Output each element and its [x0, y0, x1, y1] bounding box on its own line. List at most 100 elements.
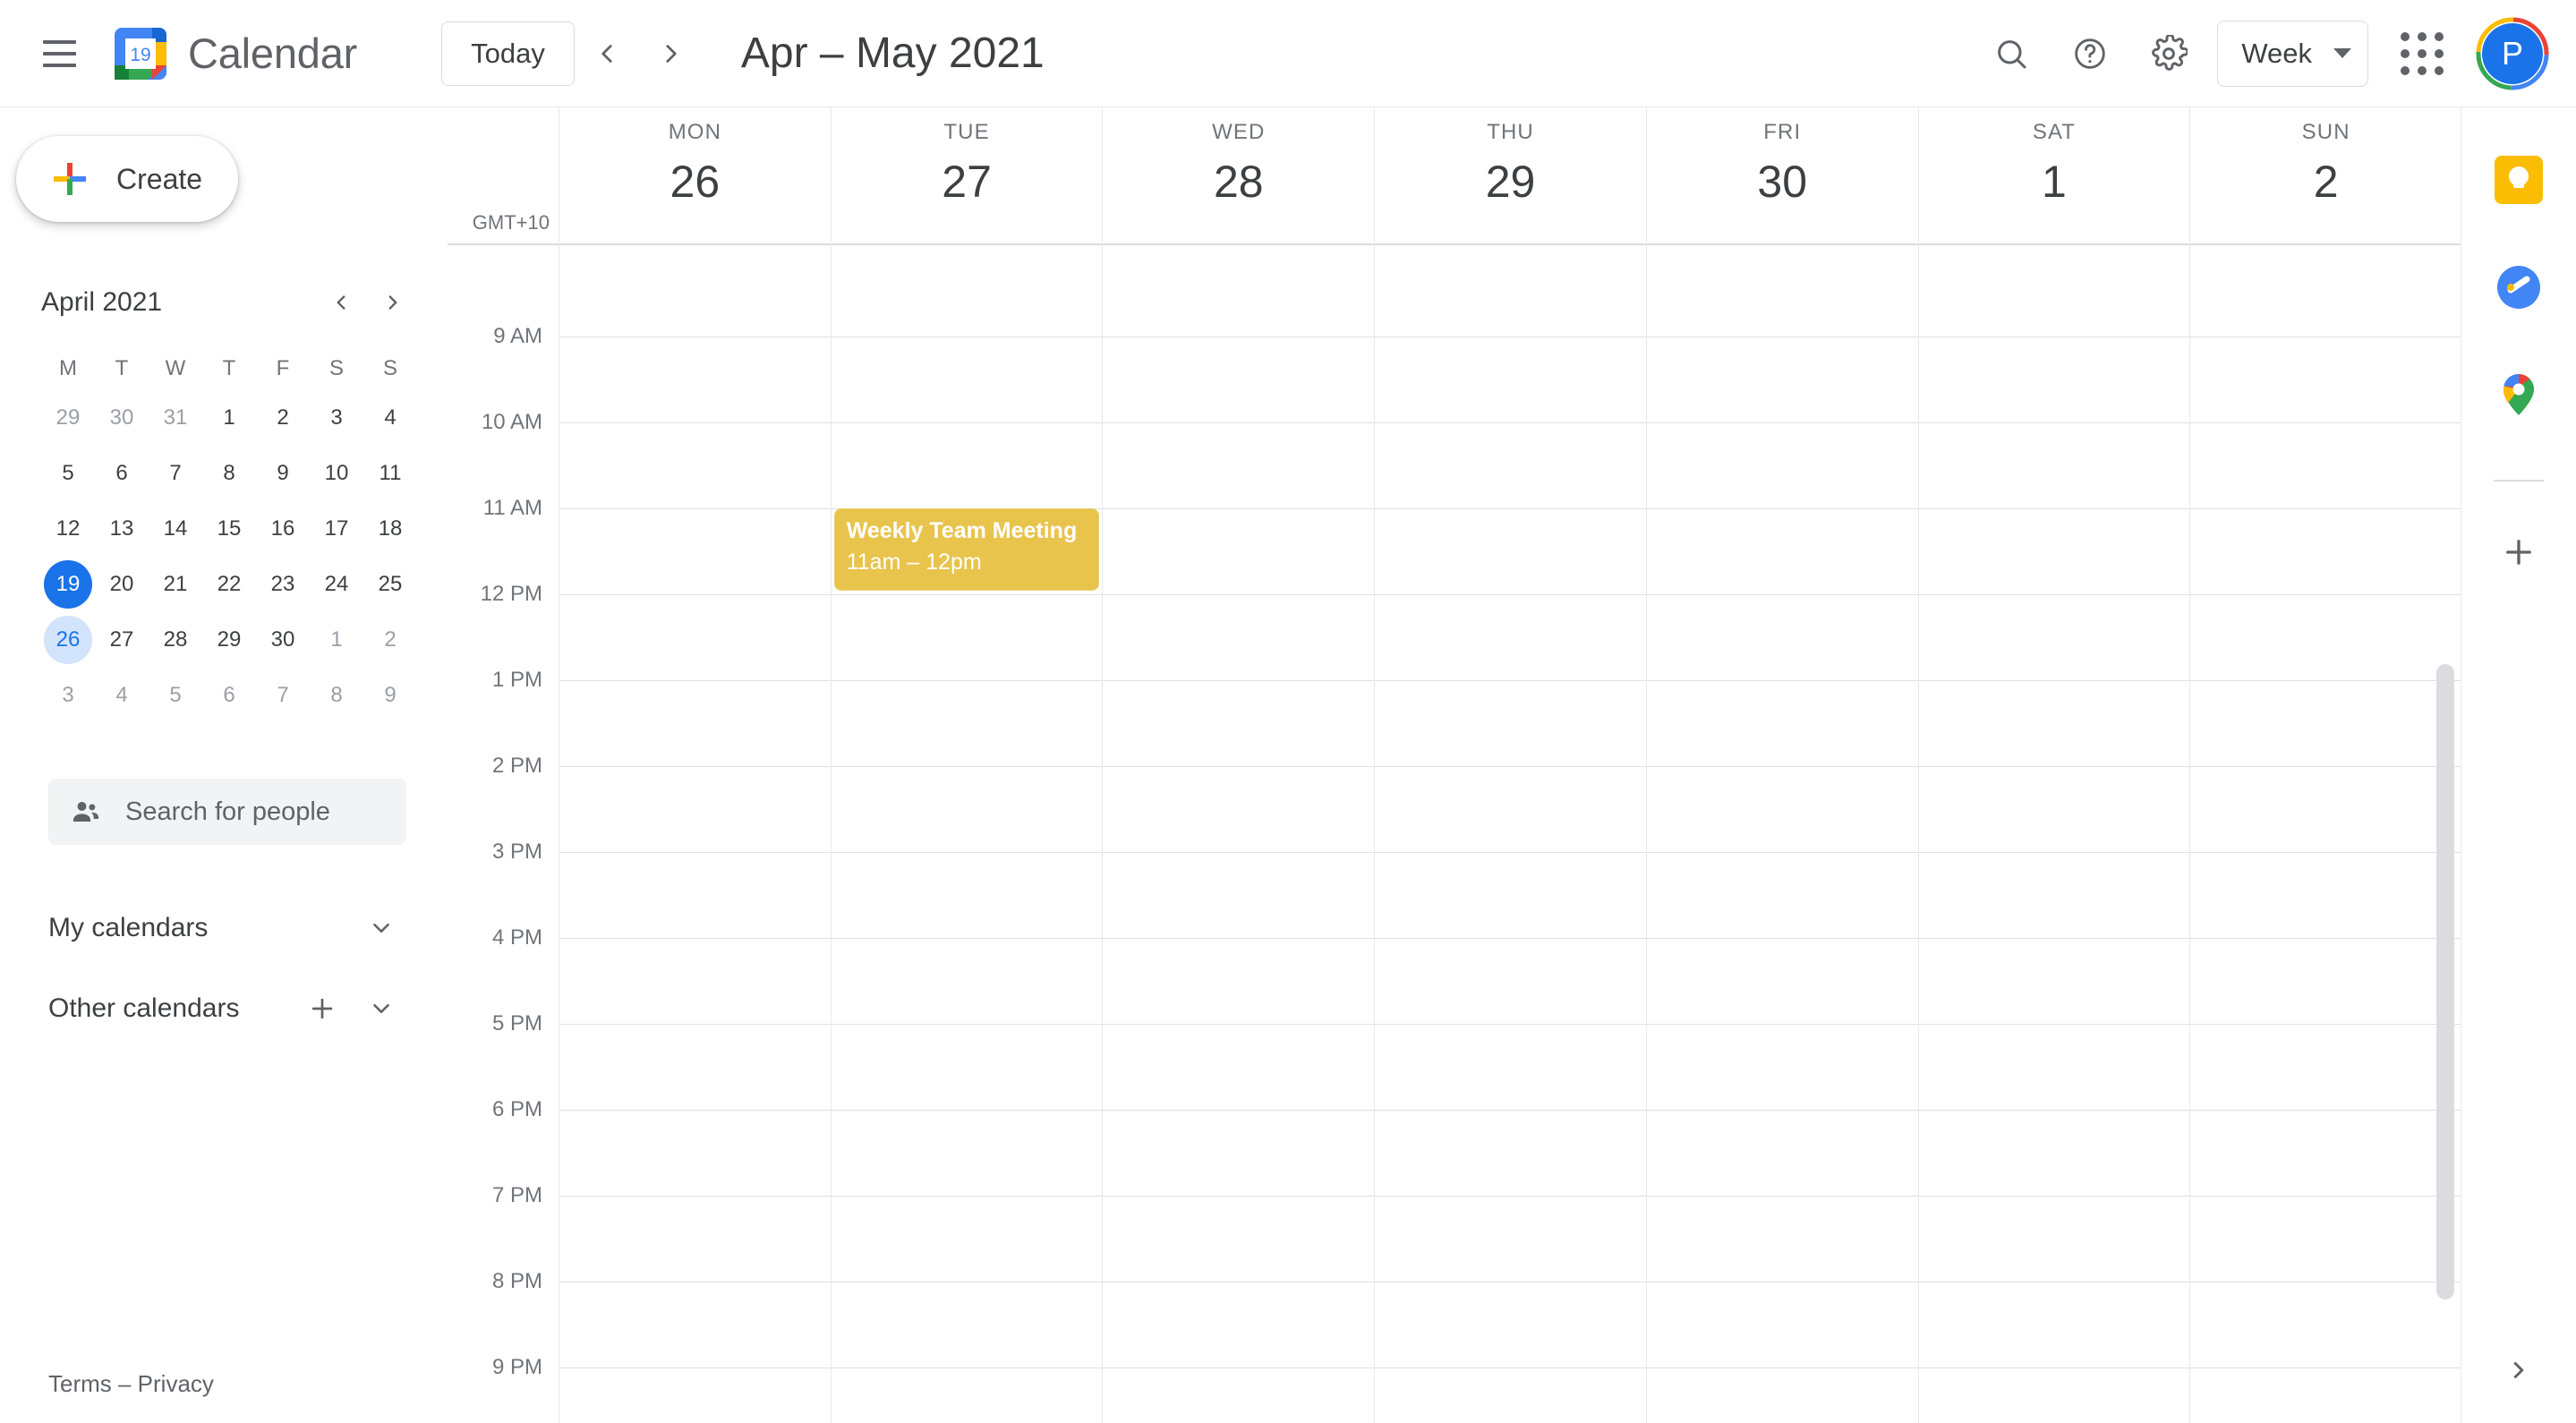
day-header-date: 28	[1213, 157, 1264, 207]
mini-calendar-day[interactable]: 17	[312, 505, 361, 553]
next-period-button[interactable]	[639, 21, 704, 86]
mini-calendar-day[interactable]: 4	[366, 394, 414, 442]
grid-scroll-area[interactable]: 9 AM 10 AM 11 AM 12 PM 1 PM 2 PM 3 PM 4 PM 5 PM 6…	[448, 243, 2461, 1423]
event-time: 11am – 12pm	[846, 550, 982, 575]
mini-calendar-day[interactable]: 31	[151, 394, 200, 442]
mini-calendar-day[interactable]: 30	[98, 394, 146, 442]
calendar-section-my-calendars[interactable]: My calendars	[48, 888, 406, 968]
mini-calendar-weekday-row: MTWTFSS	[41, 351, 417, 387]
day-column[interactable]	[559, 243, 831, 1423]
mini-calendar-day[interactable]: 9	[366, 671, 414, 720]
mini-calendar-day[interactable]: 4	[98, 671, 146, 720]
mini-calendar-day[interactable]: 21	[151, 560, 200, 609]
mini-calendar-day[interactable]: 24	[312, 560, 361, 609]
right-side-panel	[2461, 107, 2576, 1423]
mini-calendar-next-button[interactable]	[369, 278, 417, 327]
hour-label: 8 PM	[491, 1269, 542, 1293]
mini-calendar-day[interactable]: 6	[205, 671, 253, 720]
calendar-logo-link[interactable]: 19 Calendar	[113, 26, 357, 81]
mini-calendar-day[interactable]: 3	[44, 671, 92, 720]
day-header[interactable]: SAT 1	[1917, 107, 2190, 243]
mini-calendar-day[interactable]: 2	[366, 616, 414, 664]
mini-calendar-day[interactable]: 23	[259, 560, 307, 609]
calendar-event[interactable]: Weekly Team Meeting 11am – 12pm	[833, 508, 1100, 591]
google-apps-button[interactable]	[2383, 14, 2461, 93]
footer-terms-privacy[interactable]: Terms – Privacy	[48, 1370, 214, 1398]
mini-calendar-day[interactable]: 7	[151, 449, 200, 498]
mini-calendar-day[interactable]: 20	[98, 560, 146, 609]
top-app-bar: 19 Calendar Today Apr – May 2021 Week P	[0, 0, 2576, 107]
google-keep-button[interactable]	[2484, 145, 2554, 215]
day-header[interactable]: MON 26	[559, 107, 831, 243]
day-column[interactable]	[1102, 243, 1374, 1423]
mini-calendar-day[interactable]: 26	[44, 616, 92, 664]
view-mode-select[interactable]: Week	[2217, 20, 2368, 87]
mini-calendar-day[interactable]: 8	[205, 449, 253, 498]
day-header[interactable]: FRI 30	[1645, 107, 1918, 243]
mini-calendar-day[interactable]: 30	[259, 616, 307, 664]
add-other-calendar-button[interactable]	[297, 984, 347, 1034]
settings-button[interactable]	[2129, 14, 2208, 93]
mini-calendar-day[interactable]: 12	[44, 505, 92, 553]
mini-calendar-day[interactable]: 7	[259, 671, 307, 720]
day-column[interactable]	[1917, 243, 2190, 1423]
mini-calendar-day[interactable]: 16	[259, 505, 307, 553]
hour-label: 11 AM	[482, 496, 542, 520]
mini-calendar-day[interactable]: 19	[44, 560, 92, 609]
mini-calendar-day[interactable]: 14	[151, 505, 200, 553]
add-addon-button[interactable]	[2484, 517, 2554, 587]
mini-calendar-day[interactable]: 1	[312, 616, 361, 664]
mini-calendar-day[interactable]: 1	[205, 394, 253, 442]
mini-calendar-day[interactable]: 13	[98, 505, 146, 553]
mini-calendar-day[interactable]: 10	[312, 449, 361, 498]
help-button[interactable]	[2051, 14, 2129, 93]
week-view: GMT+10 MON 26 TUE 27 WED 28 THU 29 FRI 30 SAT 1 SUN 2…	[448, 107, 2461, 1423]
search-icon	[1998, 39, 2026, 68]
mini-calendar-day[interactable]: 2	[259, 394, 307, 442]
day-header-weekday: WED	[1212, 120, 1266, 144]
day-header[interactable]: THU 29	[1374, 107, 1646, 243]
account-avatar-button[interactable]: P	[2474, 15, 2551, 92]
search-for-people-input[interactable]: Search for people	[48, 779, 406, 845]
day-column[interactable]: Weekly Team Meeting 11am – 12pm	[830, 243, 1103, 1423]
mini-calendar-day[interactable]: 22	[205, 560, 253, 609]
mini-calendar-day[interactable]: 9	[259, 449, 307, 498]
mini-calendar-weekday: F	[276, 356, 290, 380]
mini-calendar-weekday: T	[222, 356, 236, 380]
mini-calendar-day[interactable]: 11	[366, 449, 414, 498]
chevron-right-icon	[2513, 1362, 2524, 1378]
mini-calendar-day[interactable]: 5	[151, 671, 200, 720]
hour-label: 4 PM	[491, 925, 542, 950]
hamburger-menu-icon[interactable]	[20, 14, 98, 93]
mini-calendar-day[interactable]: 29	[44, 394, 92, 442]
mini-calendar-day[interactable]: 3	[312, 394, 361, 442]
google-maps-button[interactable]	[2484, 360, 2554, 430]
toggle-section-button[interactable]	[356, 903, 406, 953]
create-event-button[interactable]: Create	[16, 136, 238, 222]
mini-calendar-day[interactable]: 25	[366, 560, 414, 609]
day-column[interactable]	[2189, 243, 2461, 1423]
expand-panel-button[interactable]	[2487, 1339, 2550, 1402]
day-column[interactable]	[1645, 243, 1918, 1423]
day-column[interactable]	[1374, 243, 1646, 1423]
day-header[interactable]: WED 28	[1102, 107, 1374, 243]
mini-calendar-day[interactable]: 29	[205, 616, 253, 664]
today-button[interactable]: Today	[441, 21, 575, 86]
mini-calendar-day[interactable]: 6	[98, 449, 146, 498]
day-header[interactable]: SUN 2	[2189, 107, 2461, 243]
mini-calendar-prev-button[interactable]	[317, 278, 365, 327]
search-button[interactable]	[1972, 14, 2051, 93]
toggle-section-button[interactable]	[356, 984, 406, 1034]
vertical-scrollbar[interactable]	[2436, 664, 2454, 1299]
mini-calendar-day[interactable]: 27	[98, 616, 146, 664]
mini-calendar-day[interactable]: 18	[366, 505, 414, 553]
calendar-section-other-calendars[interactable]: Other calendars	[48, 968, 406, 1049]
mini-calendar-day[interactable]: 8	[312, 671, 361, 720]
mini-calendar-day[interactable]: 15	[205, 505, 253, 553]
mini-calendar-day[interactable]: 28	[151, 616, 200, 664]
google-tasks-button[interactable]	[2484, 252, 2554, 322]
mini-calendar-day[interactable]: 5	[44, 449, 92, 498]
previous-period-button[interactable]	[575, 21, 639, 86]
day-header[interactable]: TUE 27	[830, 107, 1103, 243]
google-calendar-logo-icon: 19	[113, 26, 168, 81]
